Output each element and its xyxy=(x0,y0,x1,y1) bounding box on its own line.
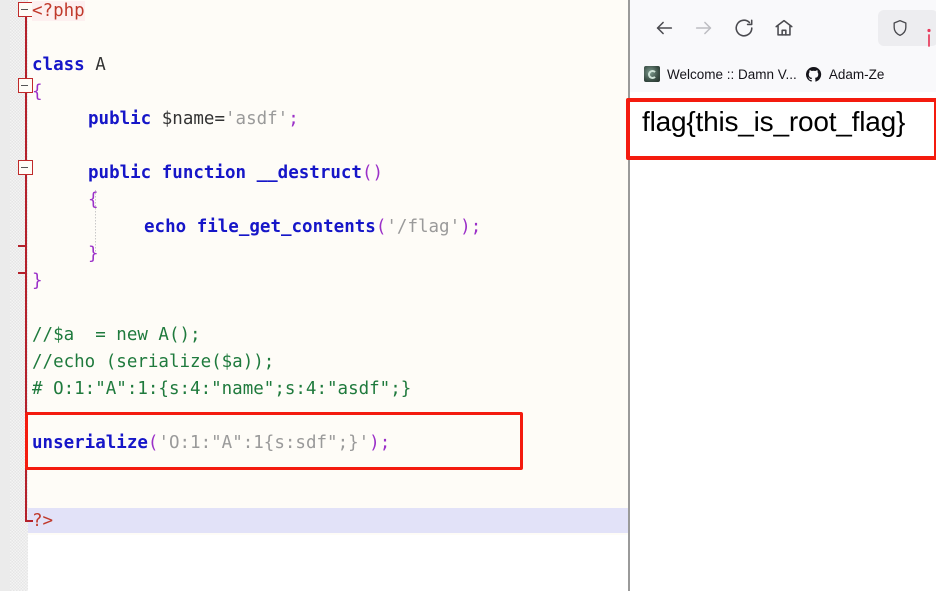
forward-icon[interactable] xyxy=(684,11,724,45)
token-fn-unserialize: unserialize xyxy=(32,433,148,453)
token-kw-function: function xyxy=(161,163,247,183)
browser-toolbar xyxy=(630,0,936,56)
token-space-1 xyxy=(85,55,96,75)
fold-tick-method-end xyxy=(18,245,26,247)
code-line-4[interactable]: { xyxy=(32,79,43,106)
token-assign: = xyxy=(214,109,225,129)
code-line-9[interactable]: { xyxy=(88,187,99,214)
permission-indicator-icon[interactable] xyxy=(922,28,936,48)
bookmark-item-github[interactable]: Adam-Ze xyxy=(805,66,885,83)
code-line-15[interactable]: //echo (serialize($a)); xyxy=(32,349,274,376)
code-line-12[interactable]: } xyxy=(32,268,43,295)
code-line-3[interactable]: class A xyxy=(32,52,106,79)
screenshot-root: <?php class A { public $name='asdf'; pub… xyxy=(0,0,936,591)
token-open-tag: <?php xyxy=(32,1,85,21)
token-paren-close-2: ) xyxy=(369,433,380,453)
address-bar[interactable] xyxy=(878,10,936,48)
editor-edge-strip xyxy=(0,0,10,591)
bookmark-label-github: Adam-Ze xyxy=(828,66,885,82)
dvwa-favicon xyxy=(644,66,660,82)
token-comment-serialized-sample: # O:1:"A":1:{s:4:"name";s:4:"asdf";} xyxy=(32,379,412,399)
flag-output-text: flag{this_is_root_flag} xyxy=(642,106,906,137)
token-semicolon-3: ; xyxy=(379,433,391,453)
token-class-name: A xyxy=(95,55,106,75)
token-space-2 xyxy=(151,109,162,129)
token-method-brace-close: } xyxy=(88,244,99,264)
token-payload-string: 'O:1:"A":1{s:sdf";}' xyxy=(158,433,370,453)
token-space-4 xyxy=(246,163,257,183)
code-line-18[interactable]: unserialize('O:1:"A":1{s:sdf";}'); xyxy=(32,430,390,457)
token-kw-public-2: public xyxy=(88,163,152,183)
home-icon[interactable] xyxy=(764,11,804,45)
code-line-10[interactable]: echo file_get_contents('/flag'); xyxy=(144,214,481,241)
bookmark-item-dvwa[interactable]: Welcome :: Damn V... xyxy=(644,66,797,82)
code-line-14[interactable]: //$a = new A(); xyxy=(32,322,201,349)
token-close-tag: ?> xyxy=(32,511,54,531)
token-kw-class: class xyxy=(32,55,85,75)
token-kw-echo: echo xyxy=(144,217,187,237)
token-comment-new-a: //$a = new A(); xyxy=(32,325,201,345)
token-flag-path: '/flag' xyxy=(386,217,461,237)
token-class-brace-close: } xyxy=(32,271,43,291)
code-line-16[interactable]: # O:1:"A":1:{s:4:"name";s:4:"asdf";} xyxy=(32,376,411,403)
token-method-brace-open: { xyxy=(88,190,99,210)
token-paren-open-2: ( xyxy=(147,433,159,453)
code-line-1[interactable]: <?php xyxy=(32,0,85,25)
token-parens-empty: () xyxy=(361,163,384,183)
token-fn-file-get-contents: file_get_contents xyxy=(196,217,376,237)
token-prop-name: $name xyxy=(161,109,215,129)
token-semicolon-2: ; xyxy=(470,217,482,237)
fold-tick-class-end xyxy=(18,272,26,274)
token-space-5 xyxy=(186,217,197,237)
token-kw-public-1: public xyxy=(88,109,152,129)
token-paren-close-1: ) xyxy=(460,217,471,237)
token-paren-open-1: ( xyxy=(375,217,387,237)
code-line-8[interactable]: public function __destruct() xyxy=(88,160,383,187)
editor-code-text[interactable]: <?php class A { public $name='asdf'; pub… xyxy=(28,0,628,591)
github-icon xyxy=(805,66,822,83)
shield-icon[interactable] xyxy=(890,18,910,38)
php-code-editor[interactable]: <?php class A { public $name='asdf'; pub… xyxy=(0,0,628,591)
token-prop-value: 'asdf' xyxy=(225,109,289,129)
back-icon[interactable] xyxy=(644,11,684,45)
token-comment-echo-serialize: //echo (serialize($a)); xyxy=(32,352,275,372)
code-line-20[interactable]: ?> xyxy=(32,508,53,535)
bookmark-label-dvwa: Welcome :: Damn V... xyxy=(667,66,797,82)
browser-page-content: flag{this_is_root_flag} xyxy=(626,92,936,589)
token-method-name: __destruct xyxy=(256,163,362,183)
code-line-11[interactable]: } xyxy=(88,241,99,268)
bookmarks-toolbar[interactable]: Welcome :: Damn V... Adam-Ze xyxy=(630,56,936,92)
browser-window[interactable]: Welcome :: Damn V... Adam-Ze flag{this_i… xyxy=(626,0,936,591)
code-line-6[interactable]: public $name='asdf'; xyxy=(88,106,299,133)
token-semicolon-1: ; xyxy=(288,109,299,129)
token-space-3 xyxy=(151,163,162,183)
token-class-brace-open: { xyxy=(32,82,43,102)
reload-icon[interactable] xyxy=(724,11,764,45)
